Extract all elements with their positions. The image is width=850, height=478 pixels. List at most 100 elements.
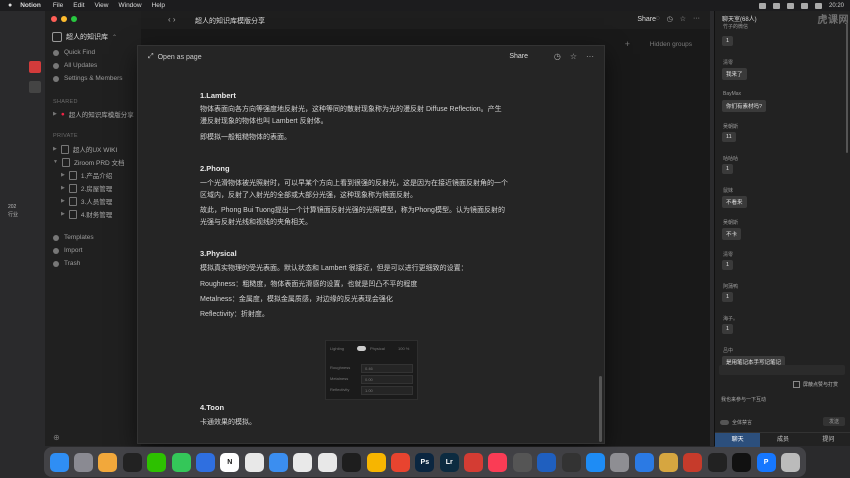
scrollbar[interactable] — [599, 376, 602, 442]
dock-terminal-icon[interactable] — [732, 452, 752, 472]
sidebar-item-prd[interactable]: ▼ Ziroom PRD 文档 — [53, 157, 125, 167]
dock-photoshop-icon[interactable]: Ps — [415, 452, 435, 472]
desktop-app-icon[interactable] — [29, 61, 41, 73]
dock-music-icon[interactable] — [488, 452, 508, 472]
chevron-right-icon[interactable]: ▶ — [53, 146, 57, 152]
favorite-icon[interactable]: ☆ — [680, 15, 686, 23]
dock-pen-icon[interactable] — [244, 452, 264, 472]
mute-all-toggle[interactable]: 全体禁言 — [720, 419, 752, 426]
dock-app-store-icon[interactable] — [585, 452, 605, 472]
peek-share-button[interactable]: Share — [509, 53, 528, 60]
tab-chat[interactable]: 聊天 — [715, 433, 761, 447]
wechat-status-icon[interactable] — [758, 2, 766, 9]
paragraph[interactable]: 卡通效果的模拟。 — [200, 417, 256, 429]
dock-app-logo-icon[interactable] — [683, 452, 703, 472]
open-as-page-button[interactable]: ⤢ Open as page — [148, 53, 202, 61]
sidebar-trash[interactable]: Trash — [53, 260, 80, 267]
paragraph[interactable]: 物体表面向各方向等强度地反射光，这种等同的散射现象称为光的漫反射 Diffuse… — [200, 104, 502, 116]
sidebar-templates[interactable]: Templates — [53, 234, 94, 241]
dock-finder-icon[interactable] — [49, 452, 69, 472]
dock-trash-icon[interactable] — [780, 452, 800, 472]
wifi-icon[interactable] — [786, 2, 794, 9]
chat-scrollbar[interactable] — [846, 23, 848, 153]
chevron-right-icon[interactable]: ▶ — [61, 211, 65, 217]
paragraph[interactable]: Metalness：金属度，模拟金属质感，对边缘的反光表现会强化 — [200, 294, 393, 306]
desktop-folder-icon[interactable] — [29, 81, 41, 93]
paragraph[interactable]: Roughness：粗糙度，物体表面光滑感的设置，也就是凹凸不平的程度 — [200, 279, 417, 291]
paragraph[interactable]: Reflectivity：折射度。 — [200, 309, 269, 321]
sidebar-settings[interactable]: Settings & Members — [53, 75, 123, 82]
menu-clock[interactable]: 20:20 — [829, 3, 844, 9]
hidden-groups-label[interactable]: Hidden groups — [650, 41, 692, 48]
paragraph[interactable]: 一个光滑物体被光照射时，可以早某个方向上看到很强的反射光，这是因为在接近镜面反射… — [200, 178, 508, 190]
dock-sketch-icon[interactable] — [366, 452, 386, 472]
menu-view[interactable]: View — [95, 2, 109, 9]
paragraph[interactable]: 漫反射现象的物体也叫 Lambert 反射体。 — [200, 116, 328, 128]
dock-wechat-icon[interactable] — [147, 452, 167, 472]
send-button[interactable]: 发送 — [822, 417, 845, 426]
paragraph[interactable]: 区域内，反射了入射光的全部或大部分光强，这种现象称为镜面反射。 — [200, 190, 417, 202]
battery-icon[interactable] — [800, 2, 808, 9]
dock-pay-icon[interactable]: P — [756, 452, 776, 472]
paragraph[interactable]: 即模拟一般粗糙物体的表面。 — [200, 132, 291, 144]
back-forward-icon[interactable]: ‹ › — [168, 15, 176, 24]
menu-help[interactable]: Help — [152, 2, 165, 9]
new-page-icon[interactable]: ⊕ — [53, 433, 60, 442]
chevron-right-icon[interactable]: ▶ — [53, 111, 57, 117]
sidebar-quick-find[interactable]: Quick Find — [53, 49, 95, 56]
history-icon[interactable]: ◷ — [667, 15, 673, 23]
dock-figma-icon[interactable] — [342, 452, 362, 472]
more-icon[interactable]: ··· — [693, 15, 700, 23]
dock-app-clock-icon[interactable] — [512, 452, 532, 472]
dock-app-blue-icon[interactable] — [634, 452, 654, 472]
cloud-status-icon[interactable] — [772, 2, 780, 9]
chevron-down-icon[interactable]: ▼ — [53, 159, 58, 165]
chevron-right-icon[interactable]: ▶ — [61, 185, 65, 191]
page-title[interactable]: 超人的知识库模版分享 — [195, 16, 265, 26]
dock-notion-icon[interactable]: N — [220, 452, 240, 472]
more-icon[interactable]: ··· — [586, 52, 594, 61]
menu-app-name[interactable]: Notion — [20, 2, 41, 9]
chevron-right-icon[interactable]: ▶ — [61, 198, 65, 204]
paragraph[interactable]: 光强与反射光线和视线的夹角相关。 — [200, 217, 312, 229]
menu-file[interactable]: File — [53, 2, 63, 9]
tab-members[interactable]: 成员 — [760, 433, 805, 447]
sidebar-item-sub[interactable]: ▶ 3.人员管理 — [61, 196, 112, 206]
paragraph[interactable]: 故此，Phong Bui Tuong提出一个计算镜面反射光强的光照模型，称为Ph… — [200, 205, 505, 217]
sidebar-item-shared-page[interactable]: ▶ ● 超人的知识库模版分享 — [53, 109, 134, 120]
tab-questions[interactable]: 提问 — [806, 433, 850, 447]
dock-settings-icon[interactable] — [610, 452, 630, 472]
comment-icon[interactable]: ◌ — [655, 15, 659, 23]
chevron-right-icon[interactable]: ▶ — [61, 172, 65, 178]
sidebar-item-sub[interactable]: ▶ 1.产品介绍 — [61, 170, 112, 180]
favorite-icon[interactable]: ☆ — [570, 52, 577, 61]
sidebar-item-sub[interactable]: ▶ 2.房屋管理 — [61, 183, 112, 193]
sidebar-item-ux-wiki[interactable]: ▶ 超人的UX WIKI — [53, 144, 117, 154]
apple-menu-icon[interactable]: ● — [8, 2, 12, 9]
dock-app-red-icon[interactable] — [390, 452, 410, 472]
dock-app-circle-icon[interactable] — [537, 452, 557, 472]
zoom-window-button[interactable] — [71, 16, 77, 22]
minimize-window-button[interactable] — [61, 16, 67, 22]
dock-qq2-icon[interactable] — [707, 452, 727, 472]
history-icon[interactable]: ◷ — [554, 52, 561, 61]
dock-launchpad-icon[interactable] — [74, 452, 94, 472]
dock-qq-icon[interactable] — [122, 452, 142, 472]
dock-netease-music-icon[interactable] — [464, 452, 484, 472]
dock-chrome-icon[interactable] — [293, 452, 313, 472]
dock-tasks-icon[interactable] — [195, 452, 215, 472]
add-group-icon[interactable]: + — [625, 39, 630, 49]
block-likes-checkbox[interactable]: 屏蔽点赞与打赏 — [793, 381, 838, 388]
dock-obs-icon[interactable] — [561, 452, 581, 472]
sidebar-import[interactable]: Import — [53, 247, 82, 254]
dock-app-yellow-icon[interactable] — [659, 452, 679, 472]
menu-edit[interactable]: Edit — [73, 2, 84, 9]
sidebar-item-sub[interactable]: ▶ 4.财务管理 — [61, 209, 112, 219]
dock-lightroom-icon[interactable]: Lr — [439, 452, 459, 472]
chat-input[interactable] — [719, 365, 845, 375]
close-window-button[interactable] — [51, 16, 57, 22]
dock-safari-icon[interactable] — [269, 452, 289, 472]
workspace-switcher[interactable]: 超人的知识库 ⌃ — [52, 32, 117, 42]
dock-photos-icon[interactable] — [98, 452, 118, 472]
dock-messages-icon[interactable] — [171, 452, 191, 472]
